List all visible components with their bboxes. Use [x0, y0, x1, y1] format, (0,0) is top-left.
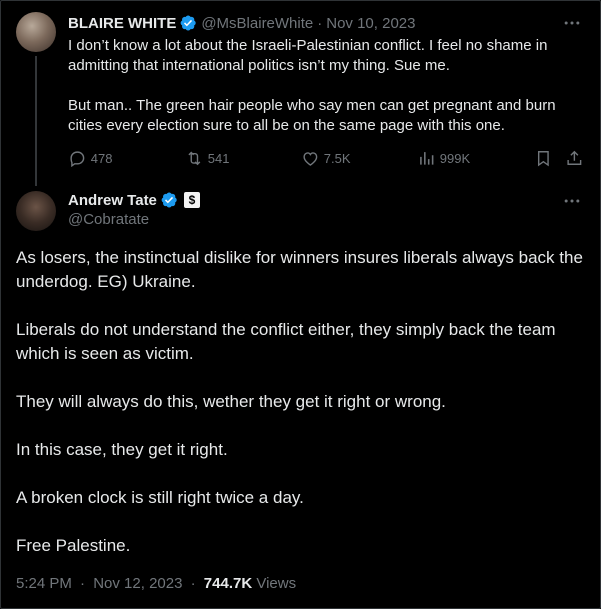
views-button[interactable]: 999K [417, 148, 470, 168]
thread-connector-line [35, 56, 37, 186]
more-icon[interactable] [562, 191, 582, 211]
more-icon[interactable] [562, 13, 582, 33]
andrew-tate-avatar[interactable] [16, 191, 56, 231]
main-author-name[interactable]: Andrew Tate [68, 192, 157, 209]
bookmark-icon[interactable] [534, 149, 553, 168]
parent-paragraph: But man.. The green hair people who say … [68, 97, 556, 134]
meta-separator: · [80, 575, 86, 592]
tweet-date[interactable]: Nov 12, 2023 [93, 575, 182, 592]
repost-button[interactable]: 541 [185, 148, 229, 168]
reply-button[interactable]: 478 [68, 148, 112, 168]
main-paragraph: They will always do this, wether they ge… [16, 392, 446, 411]
parent-author-handle[interactable]: @MsBlaireWhite [201, 15, 313, 32]
share-icon[interactable] [565, 149, 584, 168]
parent-paragraph: I don’t know a lot about the Israeli-Pal… [68, 37, 548, 74]
tweet-metadata: 5:24 PM · Nov 12, 2023 · 744.7K Views [16, 575, 296, 592]
parent-tweet-header: BLAIRE WHITE @MsBlaireWhite · Nov 10, 20… [68, 12, 415, 34]
affiliate-badge[interactable]: $ [183, 192, 200, 208]
views-icon [420, 151, 434, 165]
main-paragraph: A broken clock is still right twice a da… [16, 488, 304, 507]
views-count: 999K [439, 150, 471, 166]
main-paragraph: Liberals do not understand the conflict … [16, 320, 556, 363]
main-tweet-header: Andrew Tate $ [68, 190, 200, 210]
meta-separator: · [190, 575, 196, 592]
blaire-white-avatar[interactable] [16, 12, 56, 52]
like-button[interactable]: 7.5K [301, 148, 351, 168]
reply-count: 478 [90, 150, 113, 166]
parent-tweet-date[interactable]: Nov 10, 2023 [326, 15, 415, 32]
repost-icon [188, 151, 201, 165]
tweet-action-bar: 478 541 7.5K 999K [68, 148, 586, 168]
parent-tweet-text: I don’t know a lot about the Israeli-Pal… [68, 36, 588, 136]
parent-tweet[interactable]: BLAIRE WHITE @MsBlaireWhite · Nov 10, 20… [0, 0, 601, 186]
main-author-handle[interactable]: @Cobratate [68, 211, 149, 228]
main-paragraph: Free Palestine. [16, 536, 131, 555]
header-separator: · [317, 14, 323, 32]
tweet-views-label: Views [256, 575, 297, 592]
verified-badge-icon [161, 192, 177, 208]
like-icon [303, 151, 318, 166]
main-paragraph: As losers, the instinctual dislike for w… [16, 248, 583, 291]
main-paragraph: In this case, they get it right. [16, 440, 228, 459]
verified-badge-icon [180, 15, 197, 31]
tweet-view-count[interactable]: 744.7K [204, 575, 252, 592]
tweet-time[interactable]: 5:24 PM [16, 575, 72, 592]
main-tweet-text: As losers, the instinctual dislike for w… [16, 246, 586, 558]
repost-count: 541 [207, 150, 230, 166]
reply-icon [70, 151, 85, 167]
like-count: 7.5K [323, 150, 351, 166]
parent-author-name[interactable]: BLAIRE WHITE [68, 15, 176, 32]
